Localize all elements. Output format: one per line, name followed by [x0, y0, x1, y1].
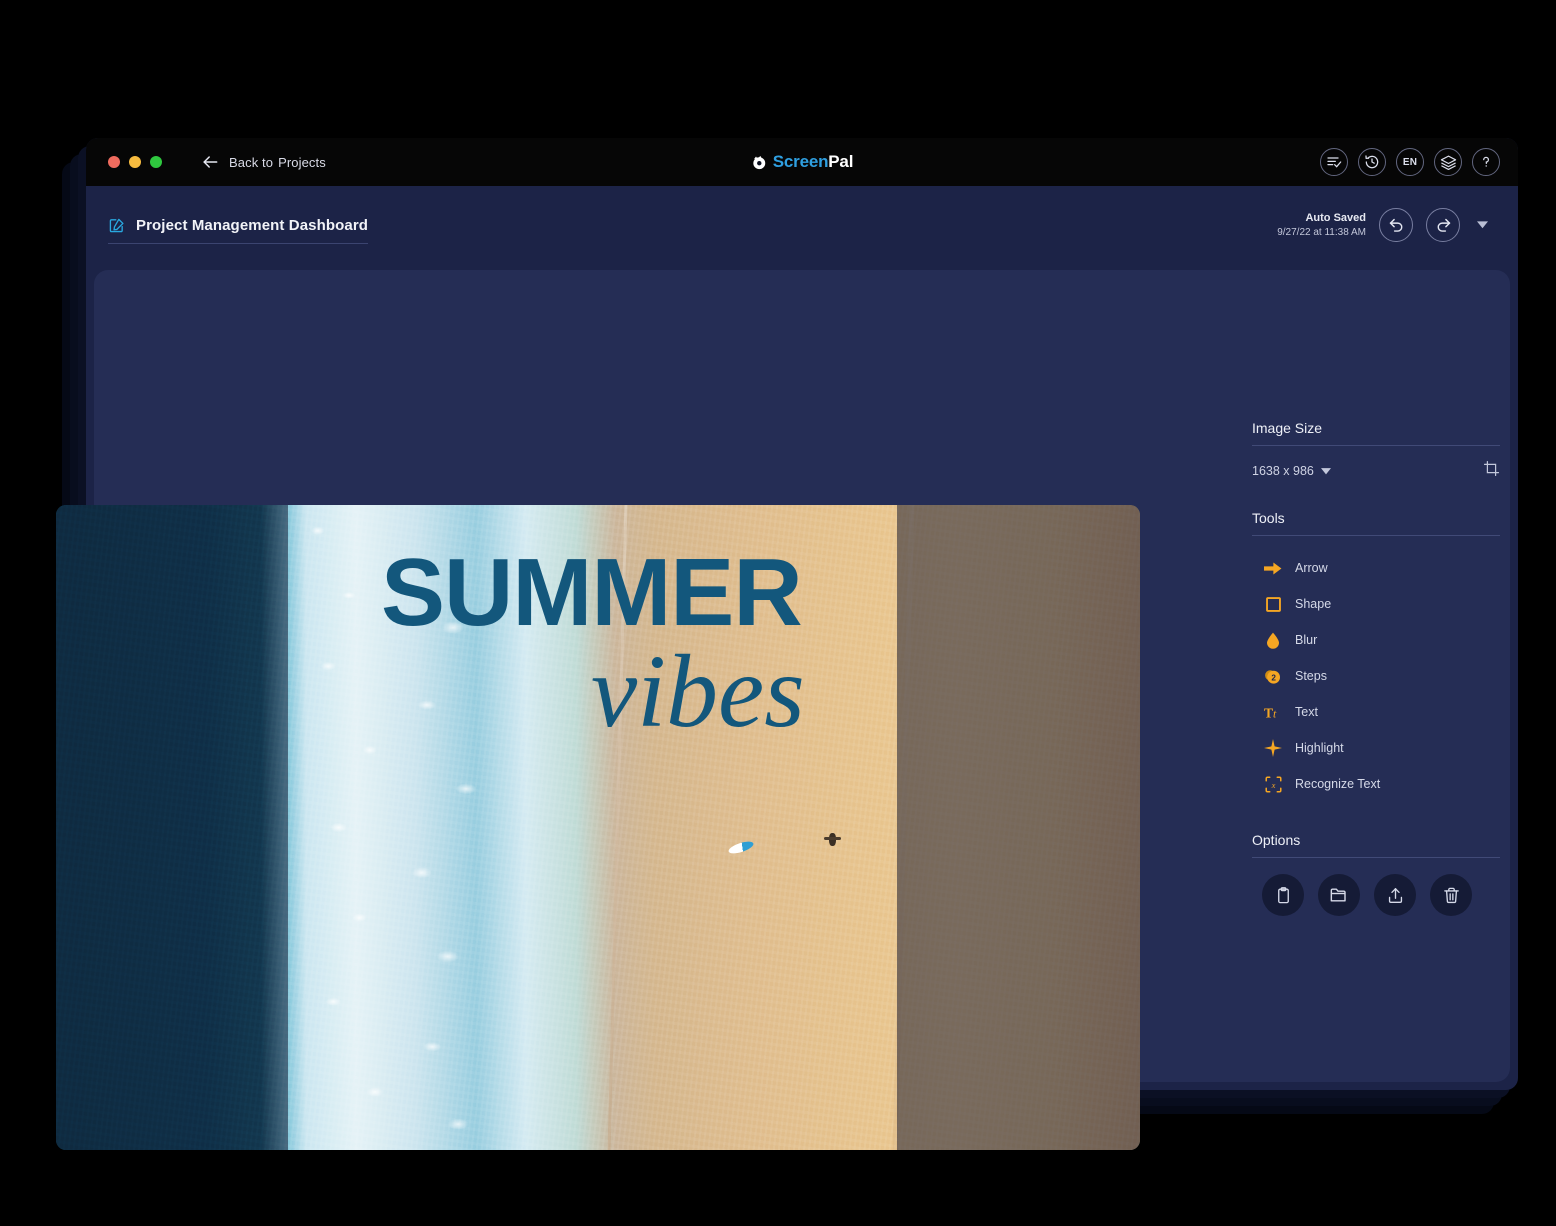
person-on-sand [824, 833, 841, 846]
maximize-window-button[interactable] [150, 156, 162, 168]
minimize-window-button[interactable] [129, 156, 141, 168]
page-title: Project Management Dashboard [136, 216, 369, 234]
tool-highlight[interactable]: Highlight [1252, 730, 1500, 766]
blur-droplet-icon [1264, 632, 1282, 649]
crop-button[interactable] [1483, 460, 1500, 482]
recognize-text-icon: x [1264, 775, 1282, 793]
redo-button[interactable] [1426, 208, 1460, 242]
back-to-projects-button[interactable]: Back to Projects [200, 152, 326, 172]
autosave-status: Auto Saved [1305, 211, 1366, 224]
tool-text[interactable]: T t Text [1252, 694, 1500, 730]
tool-label: Steps [1295, 669, 1327, 683]
tool-list: Arrow Shape Blur 2 Steps T t Text Highli… [1252, 550, 1500, 802]
language-button[interactable]: EN [1396, 148, 1424, 176]
upload-icon [1388, 887, 1402, 903]
surf-foam [271, 505, 531, 1150]
tool-label: Highlight [1295, 741, 1344, 755]
tool-label: Blur [1295, 633, 1318, 647]
highlight-sparkle-icon [1264, 739, 1282, 757]
help-button[interactable] [1472, 148, 1500, 176]
screenpal-wordmark: ScreenPal [772, 152, 854, 171]
tool-label: Text [1295, 705, 1318, 719]
language-label: EN [1402, 156, 1418, 168]
copy-clipboard-button[interactable] [1262, 874, 1304, 916]
autosave-group: Auto Saved 9/27/22 at 11:38 AM [1277, 208, 1492, 242]
shape-square-icon [1264, 596, 1282, 612]
chevron-down-icon [1477, 221, 1488, 229]
autosave-timestamp: 9/27/22 at 11:38 AM [1277, 226, 1366, 238]
back-arrow-icon [203, 156, 218, 168]
tool-blur[interactable]: Blur [1252, 622, 1500, 658]
svg-text:x: x [1270, 779, 1275, 789]
crop-overlay-right [897, 505, 1140, 1150]
history-button[interactable] [1358, 148, 1386, 176]
list-check-button[interactable] [1320, 148, 1348, 176]
folder-icon [1330, 888, 1346, 902]
options-heading: Options [1252, 832, 1500, 858]
redo-icon [1437, 218, 1450, 232]
steps-number-icon: 2 [1264, 668, 1282, 685]
undo-icon [1389, 218, 1402, 232]
screenpal-logo: ScreenPal [751, 152, 853, 172]
history-dropdown-button[interactable] [1473, 212, 1492, 238]
tool-label: Recognize Text [1295, 777, 1381, 791]
autosave-text: Auto Saved 9/27/22 at 11:38 AM [1277, 211, 1366, 239]
layers-icon [1440, 155, 1456, 170]
tool-label: Arrow [1295, 561, 1328, 575]
title-bar: Back to Projects ScreenPal EN [86, 138, 1518, 186]
tool-shape[interactable]: Shape [1252, 586, 1500, 622]
trash-icon [1443, 887, 1459, 903]
project-header: Project Management Dashboard Auto Saved … [86, 186, 1518, 264]
svg-text:2: 2 [1271, 673, 1276, 682]
tool-arrow[interactable]: Arrow [1252, 550, 1500, 586]
arrow-icon [1264, 561, 1282, 576]
project-title-group[interactable]: Project Management Dashboard [108, 216, 369, 244]
tool-label: Shape [1295, 597, 1332, 611]
editor-panel: SUMMER vibes Image Size 1638 x 986 Tools… [56, 270, 1510, 1150]
image-size-heading: Image Size [1252, 420, 1500, 446]
text-tt-icon: T t [1264, 704, 1282, 721]
help-icon [1483, 156, 1490, 167]
titlebar-actions: EN [1320, 148, 1500, 176]
chevron-down-icon [1320, 467, 1331, 474]
back-to-projects-label: Back to Projects [229, 154, 326, 170]
history-clock-icon [1365, 155, 1379, 169]
edit-square-icon [109, 218, 124, 232]
screenpal-mark-icon [753, 155, 766, 169]
svg-text:T: T [1264, 705, 1273, 720]
list-check-icon [1327, 157, 1342, 168]
layers-button[interactable] [1434, 148, 1462, 176]
crop-icon [1483, 460, 1500, 477]
svg-text:t: t [1273, 707, 1277, 720]
tools-heading: Tools [1252, 510, 1500, 536]
app-window: Back to Projects ScreenPal EN Project Ma… [56, 138, 1518, 1150]
image-size-value: 1638 x 986 [1252, 464, 1314, 478]
tool-steps[interactable]: 2 Steps [1252, 658, 1500, 694]
canvas-image[interactable]: SUMMER vibes [56, 505, 1140, 1150]
undo-button[interactable] [1379, 208, 1413, 242]
clipboard-icon [1277, 886, 1289, 903]
open-folder-button[interactable] [1318, 874, 1360, 916]
close-window-button[interactable] [108, 156, 120, 168]
traffic-lights [108, 156, 162, 168]
options-buttons [1252, 874, 1500, 916]
delete-button[interactable] [1430, 874, 1472, 916]
tools-sidebar: Image Size 1638 x 986 Tools Arrow Shape … [1252, 420, 1500, 916]
upload-button[interactable] [1374, 874, 1416, 916]
image-size-dropdown[interactable]: 1638 x 986 [1252, 464, 1331, 478]
crop-overlay-left [56, 505, 288, 1150]
tool-recognize-text[interactable]: x Recognize Text [1252, 766, 1500, 802]
image-size-row: 1638 x 986 [1252, 460, 1500, 482]
